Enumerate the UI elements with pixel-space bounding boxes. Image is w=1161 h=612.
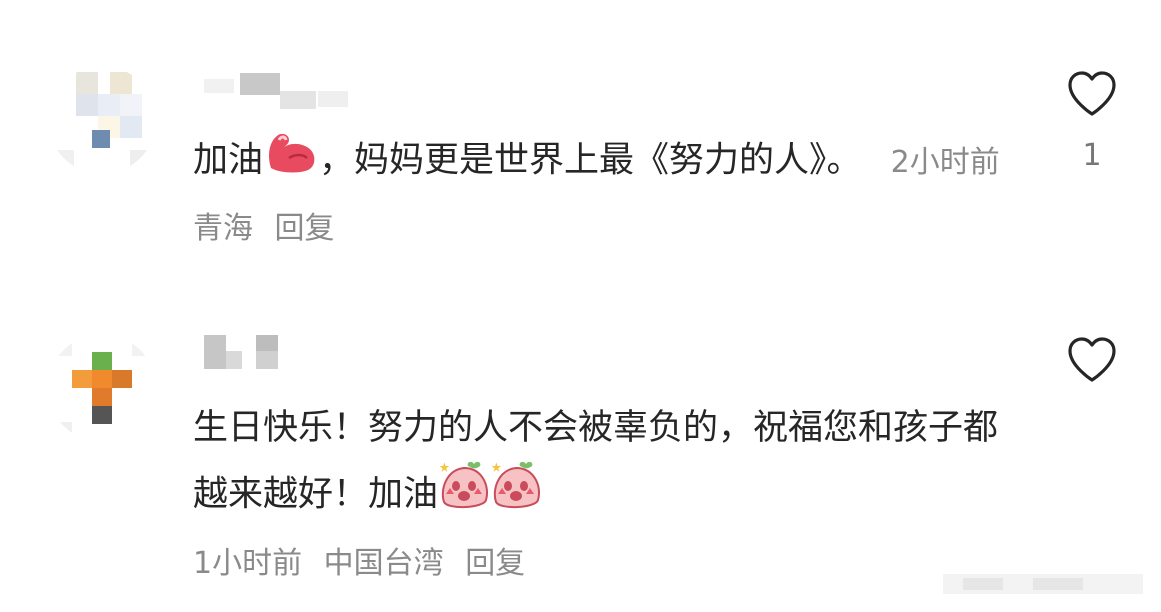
like-count: 1 [1082,138,1102,173]
like-button[interactable] [1062,336,1122,404]
avatar[interactable] [48,66,156,174]
comment-item: 加油 ，妈妈更是世界上最《努力的人》。 2小时前 青海 回复 1 [0,0,1161,300]
avatar[interactable] [48,334,156,442]
comment-meta: 1小时前 中国台湾 回复 [193,538,537,582]
cheering-face-icon [490,460,542,531]
reply-button[interactable]: 回复 [275,211,335,246]
comment-location: 中国台湾 [323,546,444,581]
comment-text-part: 生日快乐！努力的人不会被辜负的，祝福您和孩子都越来越好！加油 [193,408,999,515]
flexed-biceps-icon [263,128,319,195]
comment-time: 1小时前 [193,546,303,581]
heart-outline-icon [1068,71,1116,116]
like-button[interactable]: 1 [1062,70,1122,173]
comment-text: 生日快乐！努力的人不会被辜负的，祝福您和孩子都越来越好！加油 [193,396,1023,531]
comment-text: 加油 ，妈妈更是世界上最《努力的人》。 2小时前 青海 回复 [193,128,1023,261]
username-blurred[interactable] [200,73,360,113]
watermark-blurred [943,568,1143,598]
username-blurred[interactable] [200,333,290,373]
comment-item: 生日快乐！努力的人不会被辜负的，祝福您和孩子都越来越好！加油 1小时前 中国台湾… [0,300,1161,612]
cheering-face-icon [438,460,490,531]
heart-outline-icon [1068,337,1116,382]
comment-text-part: ，妈妈更是世界上最《努力的人》。 [319,140,862,181]
comment-location: 青海 [193,211,253,246]
comment-time: 2小时前 [890,144,1000,180]
reply-button[interactable]: 回复 [465,546,525,581]
comment-text-part: 加油 [193,140,264,181]
